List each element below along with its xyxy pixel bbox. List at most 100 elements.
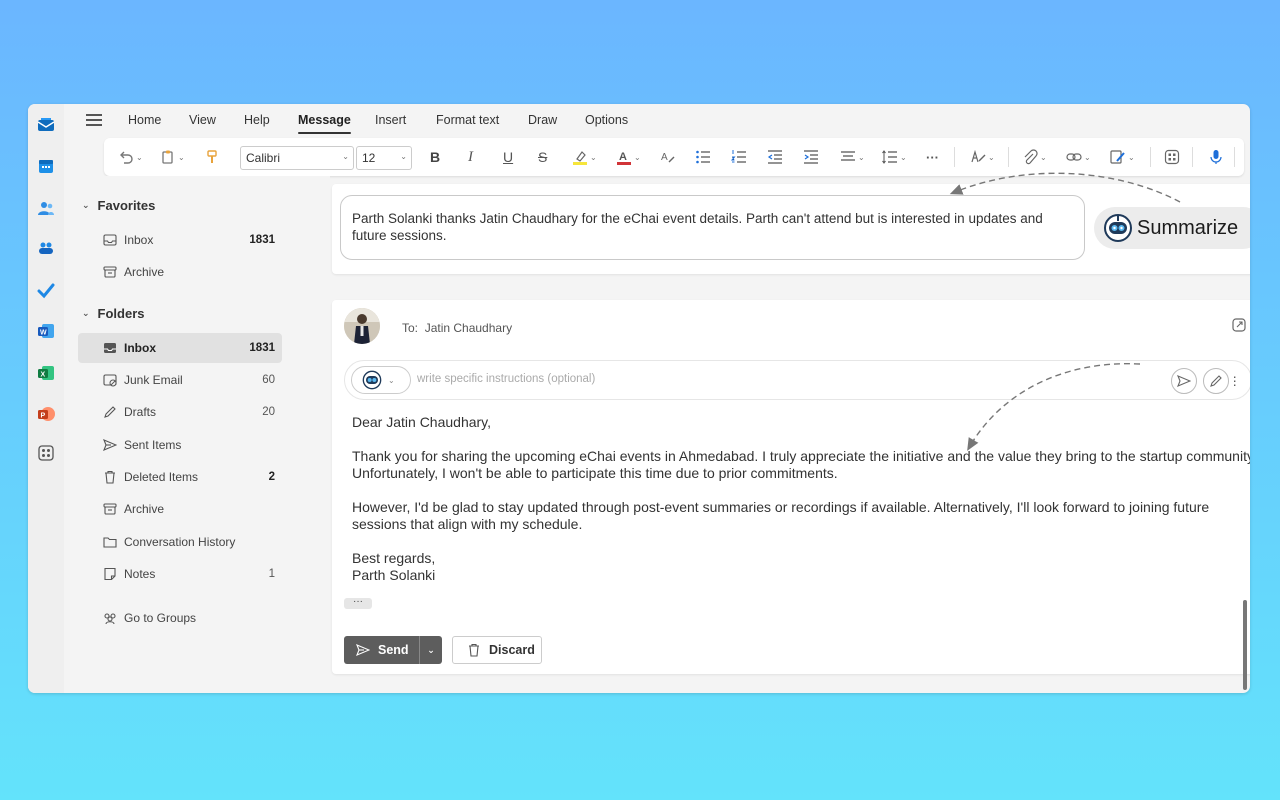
- tab-format-text[interactable]: Format text: [436, 113, 499, 127]
- discard-button[interactable]: Discard: [452, 636, 542, 664]
- dictate-icon[interactable]: [1208, 148, 1224, 166]
- tab-view[interactable]: View: [189, 113, 216, 127]
- folder-item-drafts[interactable]: Drafts 20: [78, 397, 282, 427]
- undo-icon[interactable]: ⌄: [118, 148, 143, 166]
- send-button[interactable]: Send ⌄: [344, 636, 442, 664]
- edit-button[interactable]: [1203, 368, 1229, 394]
- folders-label: Folders: [97, 306, 145, 321]
- increase-indent-icon[interactable]: [803, 148, 819, 166]
- ribbon-divider: [954, 147, 955, 167]
- discard-label: Discard: [489, 643, 535, 657]
- chevron-down-icon: ⌄: [82, 200, 90, 210]
- word-icon[interactable]: W: [37, 322, 55, 340]
- bullets-icon[interactable]: [695, 148, 711, 166]
- folder-label: Drafts: [124, 405, 157, 419]
- unread-count: 1831: [249, 342, 275, 354]
- junk-icon: [103, 373, 117, 387]
- italic-button[interactable]: I: [468, 148, 473, 166]
- folder-item-archive[interactable]: Archive: [78, 494, 282, 524]
- bold-button[interactable]: B: [430, 148, 440, 166]
- clear-format-icon[interactable]: A: [660, 148, 676, 166]
- more-apps-icon[interactable]: [37, 444, 55, 462]
- folder-item-sent-items[interactable]: Sent Items: [78, 430, 282, 460]
- signature-icon[interactable]: ⌄: [1110, 148, 1135, 166]
- send-options-chevron-icon[interactable]: ⌄: [420, 645, 442, 656]
- send-main[interactable]: Send: [344, 636, 419, 664]
- svg-text:A: A: [661, 152, 668, 163]
- chevron-down-icon: ⌄: [82, 308, 90, 318]
- recipient-line[interactable]: To: Jatin Chaudhary: [402, 321, 512, 335]
- highlight-icon[interactable]: ⌄: [572, 148, 597, 166]
- align-icon[interactable]: ⌄: [840, 148, 865, 166]
- link-icon[interactable]: ⌄: [1066, 148, 1091, 166]
- decrease-indent-icon[interactable]: [767, 148, 783, 166]
- favorite-item-archive[interactable]: Archive: [78, 257, 282, 287]
- summary-text: Parth Solanki thanks Jatin Chaudhary for…: [340, 195, 1085, 260]
- send-instructions-button[interactable]: [1171, 368, 1197, 394]
- go-to-groups-link[interactable]: Go to Groups: [78, 603, 282, 633]
- pencil-icon: [1210, 375, 1222, 387]
- more-vertical-icon[interactable]: · · ·: [1232, 369, 1237, 391]
- calendar-icon[interactable]: [37, 157, 55, 175]
- apps-icon[interactable]: [1164, 148, 1180, 166]
- font-size-select[interactable]: 12 ⌄: [356, 146, 412, 170]
- show-more-button[interactable]: ···: [344, 597, 372, 609]
- todo-icon[interactable]: [37, 281, 55, 299]
- app-rail: W X P: [28, 104, 64, 693]
- folder-item-conversation-history[interactable]: Conversation History: [78, 527, 282, 557]
- recipient-name: Jatin Chaudhary: [424, 321, 513, 335]
- ribbon-divider: [1234, 147, 1235, 167]
- tab-message[interactable]: Message: [298, 113, 351, 134]
- archive-icon: [103, 502, 117, 516]
- more-options-button[interactable]: ···: [926, 148, 939, 166]
- ribbon-divider: [1008, 147, 1009, 167]
- format-painter-icon[interactable]: [204, 148, 220, 166]
- folder-item-notes[interactable]: Notes 1: [78, 559, 282, 589]
- clipboard-icon[interactable]: ⌄: [160, 148, 185, 166]
- powerpoint-icon[interactable]: P: [37, 405, 55, 423]
- folder-item-deleted-items[interactable]: Deleted Items 2: [78, 462, 282, 492]
- attach-icon[interactable]: ⌄: [1022, 148, 1047, 166]
- font-color-icon[interactable]: A ⌄: [616, 148, 641, 166]
- folder-label: Sent Items: [124, 438, 182, 452]
- notes-icon: [103, 567, 117, 581]
- groups-icon: [103, 611, 117, 625]
- hamburger-menu-icon[interactable]: [86, 114, 102, 126]
- signature: Parth Solanki: [352, 567, 436, 583]
- groups-icon[interactable]: [37, 239, 55, 257]
- numbering-icon[interactable]: [731, 148, 747, 166]
- folder-item-junk-email[interactable]: Junk Email 60: [78, 365, 282, 395]
- folders-header[interactable]: ⌄ Folders: [82, 306, 145, 321]
- scrollbar[interactable]: [1243, 600, 1247, 690]
- send-icon: [356, 643, 370, 657]
- font-name-select[interactable]: Calibri ⌄: [240, 146, 354, 170]
- ribbon-divider: [1150, 147, 1151, 167]
- summarize-button[interactable]: Summarize: [1094, 207, 1250, 249]
- message-body[interactable]: Dear Jatin Chaudhary, Thank you for shar…: [352, 414, 1250, 584]
- favorites-header[interactable]: ⌄ Favorites: [82, 198, 155, 213]
- mail-icon[interactable]: [37, 116, 55, 134]
- tab-insert[interactable]: Insert: [375, 113, 406, 127]
- favorite-item-inbox[interactable]: Inbox 1831: [78, 225, 282, 255]
- tab-help[interactable]: Help: [244, 113, 270, 127]
- excel-icon[interactable]: X: [37, 364, 55, 382]
- assistant-selector[interactable]: ⌄: [351, 366, 411, 394]
- folder-item-inbox[interactable]: Inbox 1831: [78, 333, 282, 363]
- tab-draw[interactable]: Draw: [528, 113, 557, 127]
- strikethrough-button[interactable]: S: [538, 148, 547, 166]
- unread-count: 2: [268, 471, 275, 483]
- folder-label: Inbox: [124, 233, 154, 247]
- editor-icon[interactable]: ⌄: [970, 148, 995, 166]
- folder-label: Junk Email: [124, 373, 183, 387]
- tab-home[interactable]: Home: [128, 113, 161, 127]
- avatar[interactable]: [344, 308, 380, 344]
- tab-options[interactable]: Options: [585, 113, 628, 127]
- underline-button[interactable]: U: [503, 148, 513, 166]
- font-name-value: Calibri: [246, 151, 281, 165]
- line-spacing-icon[interactable]: ⌄: [882, 148, 907, 166]
- instructions-input[interactable]: write specific instructions (optional): [417, 373, 595, 385]
- unread-count: 1831: [249, 234, 275, 246]
- pop-out-icon[interactable]: [1232, 318, 1246, 332]
- people-icon[interactable]: [37, 199, 55, 217]
- chevron-down-icon: ⌄: [388, 375, 395, 385]
